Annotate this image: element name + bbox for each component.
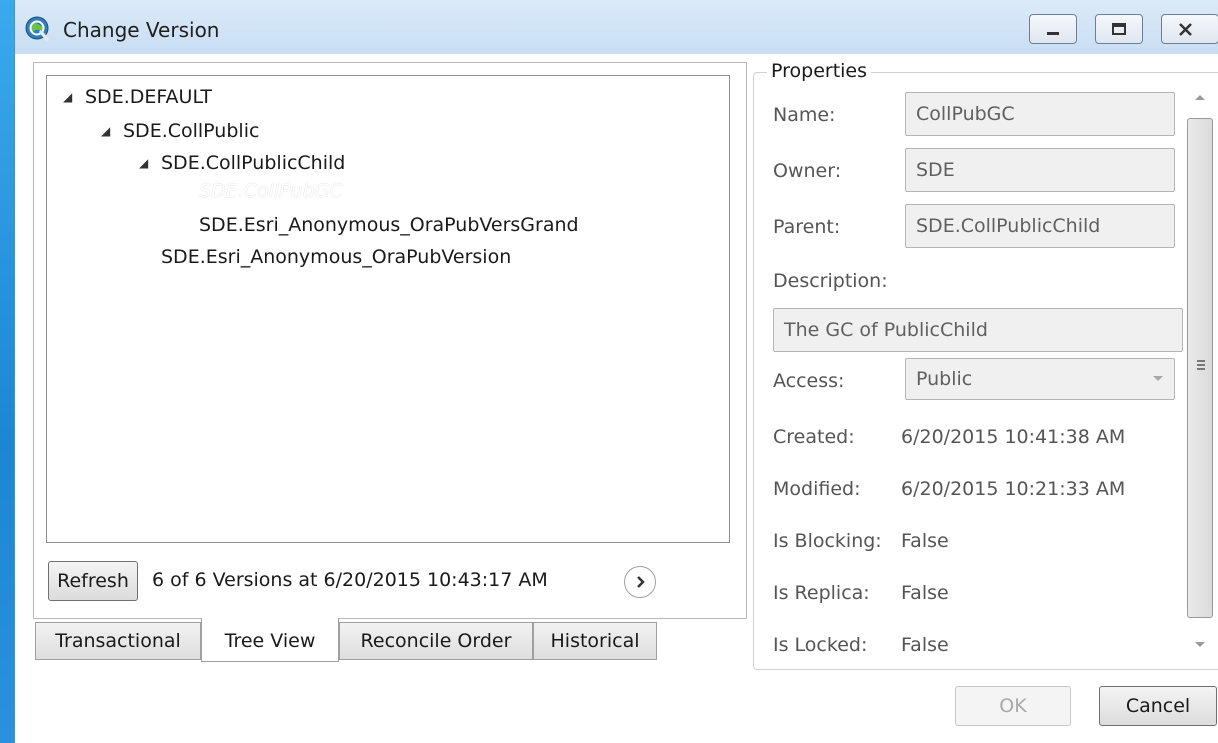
description-label: Description: xyxy=(773,270,888,292)
scrollbar-thumb[interactable] xyxy=(1187,118,1213,618)
access-label: Access: xyxy=(773,370,845,392)
created-label: Created: xyxy=(773,426,855,448)
app-globe-icon xyxy=(25,16,49,41)
grip-icon xyxy=(1197,360,1205,370)
description-field[interactable]: The GC of PublicChild xyxy=(773,308,1183,352)
tree-node-label: SDE.Esri_Anonymous_OraPubVersion xyxy=(161,246,512,268)
name-label: Name: xyxy=(773,104,836,126)
tab-reconcile-order[interactable]: Reconcile Order xyxy=(339,622,533,660)
is-blocking-label: Is Blocking: xyxy=(773,530,882,552)
is-locked-label: Is Locked: xyxy=(773,634,868,656)
is-blocking-value: False xyxy=(901,530,949,552)
cancel-button[interactable]: Cancel xyxy=(1099,686,1217,726)
is-replica-value: False xyxy=(901,582,949,604)
access-dropdown[interactable]: Public xyxy=(905,358,1175,400)
expanded-triangle-icon[interactable]: ◢ xyxy=(63,84,77,110)
tab-historical[interactable]: Historical xyxy=(533,622,657,660)
parent-label: Parent: xyxy=(773,216,841,238)
modified-value: 6/20/2015 10:21:33 AM xyxy=(901,478,1126,500)
change-version-dialog: Change Version ◢ SDE.DEFAULT ◢ SDE.CollP… xyxy=(14,0,1218,743)
name-field[interactable]: CollPubGC xyxy=(905,92,1175,136)
chevron-right-icon xyxy=(637,576,645,588)
chevron-down-icon xyxy=(1153,376,1163,381)
owner-field[interactable]: SDE xyxy=(905,148,1175,192)
owner-label: Owner: xyxy=(773,160,842,182)
is-locked-value: False xyxy=(901,634,949,656)
version-status-text: 6 of 6 Versions at 6/20/2015 10:43:17 AM xyxy=(152,569,548,591)
refresh-button[interactable]: Refresh xyxy=(48,561,138,601)
window-title: Change Version xyxy=(63,18,220,42)
title-bar: Change Version xyxy=(15,0,1218,54)
scroll-up-arrow-icon[interactable] xyxy=(1194,92,1206,102)
is-replica-label: Is Replica: xyxy=(773,582,870,604)
scroll-down-arrow-icon[interactable] xyxy=(1194,640,1206,650)
maximize-button[interactable] xyxy=(1095,14,1143,44)
tree-node-label: SDE.DEFAULT xyxy=(85,86,213,108)
modified-label: Modified: xyxy=(773,478,861,500)
minimize-button[interactable] xyxy=(1029,14,1077,44)
tab-transactional[interactable]: Transactional xyxy=(35,622,201,660)
parent-field[interactable]: SDE.CollPublicChild xyxy=(905,204,1175,248)
created-value: 6/20/2015 10:41:38 AM xyxy=(901,426,1126,448)
minimize-icon xyxy=(1047,32,1059,35)
dialog-body: ◢ SDE.DEFAULT ◢ SDE.CollPublic ◢ SDE.Col… xyxy=(15,54,1218,743)
maximize-icon xyxy=(1112,23,1126,35)
close-button[interactable] xyxy=(1161,14,1218,44)
access-value: Public xyxy=(916,368,973,390)
tree-view-panel: ◢ SDE.DEFAULT ◢ SDE.CollPublic ◢ SDE.Col… xyxy=(33,62,747,619)
tab-tree-view[interactable]: Tree View xyxy=(201,618,339,662)
tree-node-label: SDE.Esri_Anonymous_OraPubVersGrand xyxy=(199,214,579,236)
expanded-triangle-icon[interactable]: ◢ xyxy=(139,150,153,176)
close-icon xyxy=(1179,23,1192,36)
tree-node-label: SDE.CollPubGC xyxy=(199,180,343,202)
next-button[interactable] xyxy=(624,566,656,598)
ok-button[interactable]: OK xyxy=(955,686,1071,726)
expanded-triangle-icon[interactable]: ◢ xyxy=(101,118,115,144)
properties-title: Properties xyxy=(767,60,872,82)
properties-scrollbar[interactable] xyxy=(1185,80,1215,664)
desktop-background xyxy=(0,0,14,743)
version-tree[interactable]: ◢ SDE.DEFAULT ◢ SDE.CollPublic ◢ SDE.Col… xyxy=(46,75,730,543)
tree-node-label: SDE.CollPublic xyxy=(123,120,260,142)
tree-node-label: SDE.CollPublicChild xyxy=(161,152,346,174)
